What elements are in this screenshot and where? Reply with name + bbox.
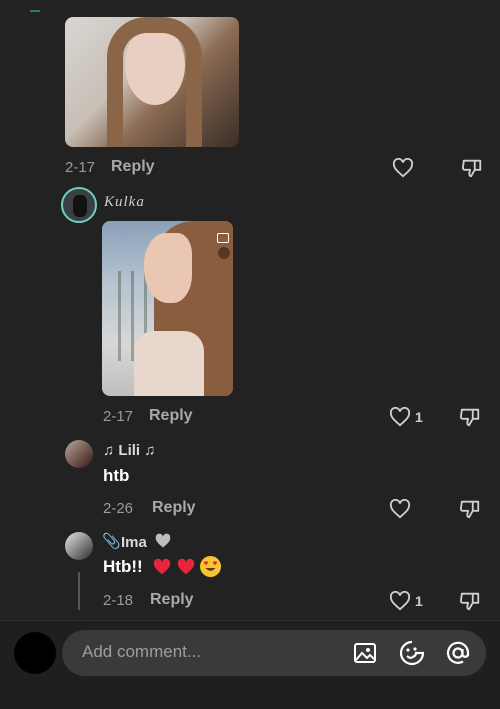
thread-line — [78, 572, 80, 610]
comment-date: 2-18 — [103, 592, 134, 609]
top-indicator — [30, 10, 40, 12]
heart-icon[interactable] — [388, 589, 412, 613]
avatar-figure — [73, 195, 87, 217]
red-heart-icon — [152, 558, 172, 581]
paperclip-icon: 📎 — [102, 533, 121, 550]
photo-face — [144, 233, 192, 303]
avatar[interactable] — [65, 440, 93, 468]
avatar[interactable] — [61, 187, 97, 223]
photo-hair — [107, 17, 202, 147]
comment-date: 2-17 — [103, 408, 134, 425]
like-count: 1 — [415, 593, 423, 609]
thumbs-down-icon[interactable] — [458, 405, 482, 429]
thumbs-down-icon[interactable] — [460, 156, 484, 180]
comment-photo-profile[interactable] — [102, 221, 233, 396]
comment-date: 2-17 — [65, 159, 96, 176]
comment-text: Htb!! — [103, 557, 143, 576]
at-icon[interactable] — [444, 639, 472, 667]
reply-button[interactable]: Reply — [111, 158, 155, 176]
comment-username[interactable]: Kulka — [104, 194, 145, 211]
thumbs-down-icon[interactable] — [458, 589, 482, 613]
comment-input-placeholder: Add comment... — [82, 642, 202, 661]
sticker-icon[interactable] — [398, 639, 426, 667]
like-count: 1 — [415, 409, 423, 425]
grey-heart-icon — [154, 533, 172, 554]
red-heart-icon — [176, 558, 196, 581]
thumbs-down-icon[interactable] — [458, 497, 482, 521]
comment-username[interactable]: Ima — [121, 534, 147, 551]
reply-button[interactable]: Reply — [150, 591, 194, 609]
avatar[interactable] — [14, 632, 56, 674]
comment-text: htb — [103, 466, 130, 485]
chevron-down-icon[interactable] — [218, 247, 230, 259]
comment-photo-selfie[interactable] — [65, 17, 239, 147]
comment-username[interactable]: ♫ Lili ♫ — [103, 442, 156, 459]
reply-button[interactable]: Reply — [149, 407, 193, 425]
heart-icon[interactable] — [388, 405, 412, 429]
camera-icon — [217, 233, 229, 243]
heart-icon[interactable] — [391, 156, 415, 180]
avatar[interactable] — [65, 532, 93, 560]
comment-date: 2-26 — [103, 500, 134, 517]
heart-eyes-emoji-icon — [200, 556, 221, 577]
photo-shoulder — [134, 331, 204, 396]
reply-button[interactable]: Reply — [152, 499, 196, 517]
heart-icon[interactable] — [388, 497, 412, 521]
image-icon[interactable] — [352, 640, 378, 666]
